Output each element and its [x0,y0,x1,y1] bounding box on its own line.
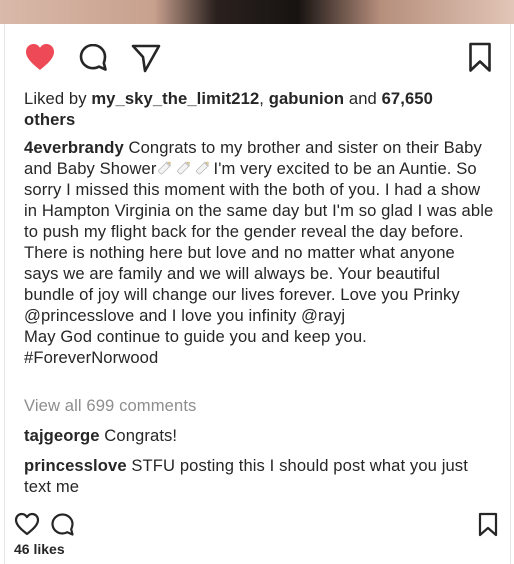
baby-bottle-icon [157,161,171,175]
heart-icon[interactable] [24,42,56,72]
likes-count[interactable]: 67,650 [382,89,433,108]
heart-outline-icon[interactable] [14,512,40,536]
next-post-action-bar [0,510,514,540]
liked-user-link[interactable]: gabunion [269,89,344,108]
comment: tajgeorge Congrats! [24,425,494,446]
post-caption: 4everbrandy Congrats to my brother and s… [24,137,494,368]
post-action-bar [0,38,514,80]
baby-bottle-icon [195,161,209,175]
liked-by-prefix: Liked by [24,89,92,108]
baby-bottle-icon [176,161,190,175]
caption-username[interactable]: 4everbrandy [24,138,124,157]
comment-icon[interactable] [78,42,110,74]
hashtag-link[interactable]: #ForeverNorwood [24,347,494,368]
caption-paragraph: 4everbrandy Congrats to my brother and s… [24,137,494,326]
comment: princesslove STFU posting this I should … [24,455,494,497]
comment-text: Congrats! [99,426,178,445]
bookmark-icon[interactable] [468,42,492,73]
likes-others[interactable]: others [24,110,75,129]
caption-line: May God continue to guide you and keep y… [24,327,367,346]
liked-sep: , [259,89,269,108]
liked-by-text: Liked by my_sky_the_limit212, gabunion a… [24,88,494,130]
view-all-comments-link[interactable]: View all 699 comments [24,395,494,416]
comment-icon[interactable] [50,512,76,538]
baby-bottle-emoji-group [157,158,214,179]
liked-and: and [344,89,382,108]
paper-plane-icon[interactable] [130,43,162,73]
next-post-likes-count[interactable]: 46 likes [14,541,65,557]
comment-username[interactable]: tajgeorge [24,426,100,445]
caption-text: I'm very excited to be an Auntie. So sor… [24,159,494,325]
post-image[interactable] [0,0,514,24]
comment-username[interactable]: princesslove [24,456,127,475]
liked-user-link[interactable]: my_sky_the_limit212 [91,89,259,108]
bookmark-icon[interactable] [478,512,498,537]
